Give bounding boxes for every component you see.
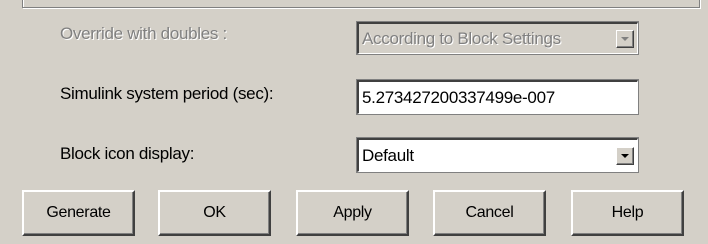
- help-button[interactable]: Help: [571, 190, 684, 236]
- chevron-down-icon: [621, 153, 629, 158]
- cancel-button[interactable]: Cancel: [433, 190, 546, 236]
- options-groupbox-frame: [22, 0, 700, 8]
- override-doubles-label: Override with doubles :: [60, 24, 227, 43]
- apply-button[interactable]: Apply: [296, 190, 409, 236]
- override-doubles-dropdown-button[interactable]: [616, 29, 634, 48]
- generate-button[interactable]: Generate: [22, 190, 135, 236]
- system-period-label: Simulink system period (sec):: [60, 84, 274, 103]
- override-doubles-select[interactable]: According to Block Settings: [356, 21, 639, 55]
- block-icon-display-select[interactable]: Default: [356, 137, 639, 173]
- block-parameters-dialog: Override with doubles : According to Blo…: [0, 0, 708, 244]
- block-icon-display-label: Block icon display:: [60, 144, 195, 163]
- block-icon-display-value: Default: [362, 145, 414, 165]
- ok-button[interactable]: OK: [158, 190, 271, 236]
- override-doubles-value: According to Block Settings: [362, 28, 561, 48]
- system-period-input[interactable]: 5.273427200337499e-007: [356, 79, 639, 115]
- chevron-down-icon: [621, 36, 629, 41]
- system-period-value: 5.273427200337499e-007: [362, 87, 555, 107]
- block-icon-display-dropdown-button[interactable]: [616, 146, 634, 165]
